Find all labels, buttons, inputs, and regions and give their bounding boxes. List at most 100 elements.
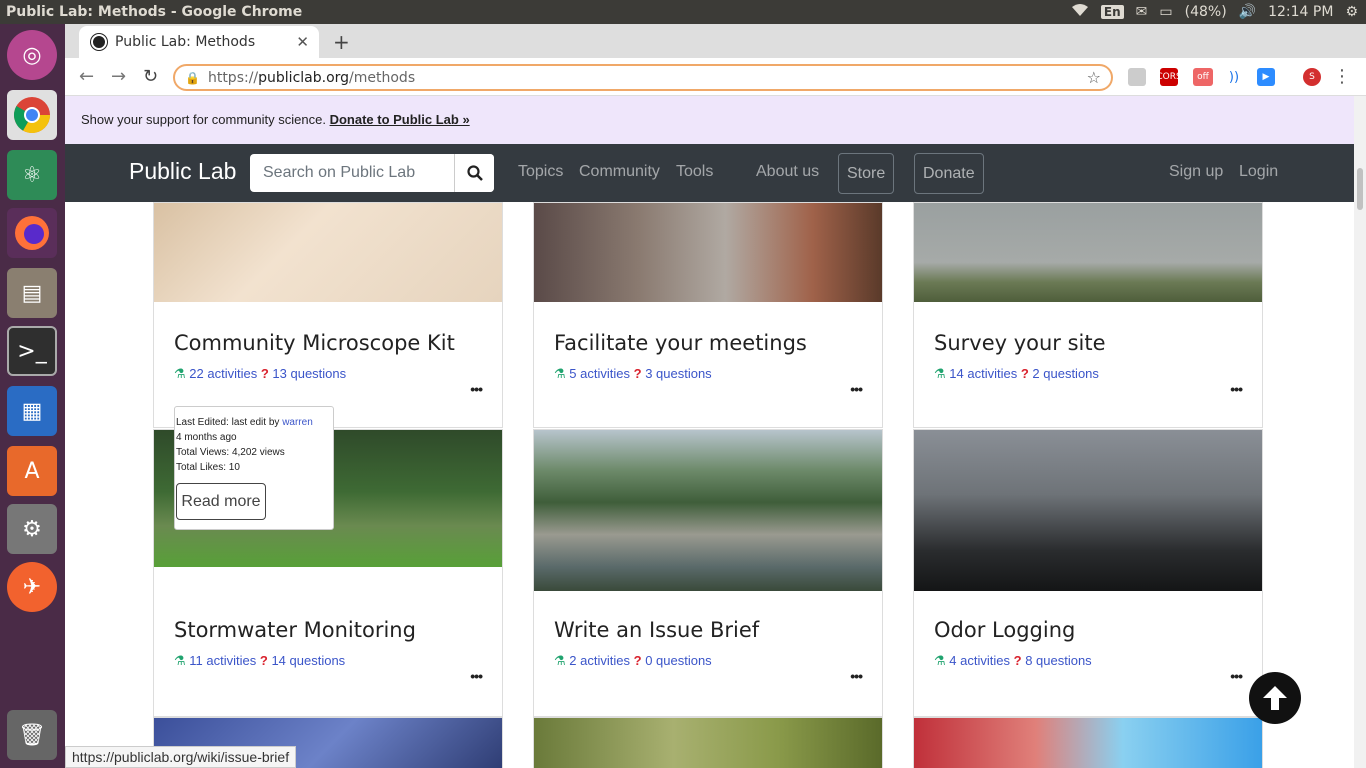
- nav-tools[interactable]: Tools: [676, 163, 713, 181]
- firefox-icon[interactable]: [7, 208, 57, 258]
- more-options-icon[interactable]: •••: [470, 668, 483, 684]
- chrome-menu-icon[interactable]: ⋮: [1333, 66, 1351, 87]
- scroll-to-top-button[interactable]: [1249, 672, 1301, 724]
- off-extension-icon[interactable]: off: [1193, 68, 1213, 86]
- files-icon[interactable]: ▤: [7, 268, 57, 318]
- method-card[interactable]: Facilitate your meetings ⚗ 5 activities …: [533, 202, 883, 428]
- question-icon: ?: [260, 366, 269, 381]
- questions-link[interactable]: 2 questions: [1032, 366, 1099, 381]
- card-title[interactable]: Stormwater Monitoring: [174, 618, 416, 642]
- url-host: publiclab.org: [258, 69, 350, 86]
- bookmark-star-icon[interactable]: ☆: [1087, 68, 1101, 87]
- more-options-icon[interactable]: •••: [850, 668, 863, 684]
- keyboard-layout-indicator[interactable]: En: [1100, 5, 1124, 19]
- zoom-extension-icon[interactable]: ▶: [1257, 68, 1275, 86]
- url-path: /methods: [349, 69, 416, 86]
- settings-gear-icon[interactable]: ⚙: [1345, 4, 1358, 20]
- card-title[interactable]: Facilitate your meetings: [554, 331, 807, 355]
- battery-percent: (48%): [1184, 4, 1227, 20]
- ubuntu-dash-icon[interactable]: ◎: [7, 30, 57, 80]
- profile-avatar[interactable]: S: [1303, 68, 1321, 86]
- activities-link[interactable]: 11 activities: [189, 653, 256, 668]
- software-center-icon[interactable]: A: [7, 446, 57, 496]
- site-navbar: Public Lab Search on Public Lab Topics C…: [65, 144, 1354, 202]
- new-tab-button[interactable]: +: [333, 30, 350, 54]
- questions-link[interactable]: 13 questions: [272, 366, 346, 381]
- site-brand[interactable]: Public Lab: [129, 158, 236, 185]
- trash-icon[interactable]: 🗑: [7, 710, 57, 760]
- card-stats: ⚗ 2 activities ? 0 questions: [554, 653, 712, 669]
- writer-icon[interactable]: ▦: [7, 386, 57, 436]
- postman-icon[interactable]: ✈: [7, 562, 57, 612]
- questions-link[interactable]: 3 questions: [645, 366, 712, 381]
- more-options-icon[interactable]: •••: [470, 381, 483, 397]
- questions-link[interactable]: 14 questions: [271, 653, 345, 668]
- nav-community[interactable]: Community: [579, 163, 660, 181]
- terminal-icon[interactable]: >_: [7, 326, 57, 376]
- clock[interactable]: 12:14 PM: [1268, 4, 1333, 20]
- flask-icon: ⚗: [934, 653, 946, 668]
- read-more-button[interactable]: Read more: [176, 483, 266, 520]
- method-card[interactable]: [913, 717, 1263, 768]
- flask-icon: ⚗: [934, 366, 946, 381]
- volume-icon[interactable]: 🔊: [1239, 4, 1256, 20]
- atom-editor-icon[interactable]: ⚛: [7, 150, 57, 200]
- method-card[interactable]: Survey your site ⚗ 14 activities ? 2 que…: [913, 202, 1263, 428]
- nav-topics[interactable]: Topics: [518, 163, 563, 181]
- card-title[interactable]: Community Microscope Kit: [174, 331, 455, 355]
- search-placeholder: Search on Public Lab: [263, 164, 416, 181]
- tab-public-lab-methods[interactable]: Public Lab: Methods ✕: [79, 26, 319, 58]
- extension-screen-icon[interactable]: [1128, 68, 1146, 86]
- scrollbar-thumb[interactable]: [1357, 168, 1363, 210]
- question-icon: ?: [633, 366, 642, 381]
- mail-icon[interactable]: ✉: [1136, 4, 1148, 20]
- method-card[interactable]: [533, 717, 883, 768]
- questions-link[interactable]: 0 questions: [645, 653, 712, 668]
- nav-about-us[interactable]: About us: [756, 163, 819, 181]
- reload-icon[interactable]: ↻: [143, 66, 158, 87]
- window-title: Public Lab: Methods - Google Chrome: [6, 4, 303, 20]
- chrome-icon[interactable]: [7, 90, 57, 140]
- banner-text: Show your support for community science.: [81, 112, 326, 127]
- activities-link[interactable]: 14 activities: [949, 366, 1017, 381]
- issue-brief-image: [534, 430, 882, 591]
- question-icon: ?: [1013, 653, 1022, 668]
- activities-link[interactable]: 4 activities: [949, 653, 1010, 668]
- nav-donate-button[interactable]: Donate: [914, 153, 984, 194]
- editor-link[interactable]: warren: [282, 417, 313, 428]
- system-tray: En ✉ ▭ (48%) 🔊 12:14 PM ⚙: [1071, 0, 1358, 24]
- site-search-input[interactable]: Search on Public Lab: [250, 154, 494, 192]
- method-card[interactable]: Odor Logging ⚗ 4 activities ? 8 question…: [913, 429, 1263, 717]
- address-bar[interactable]: 🔒 https://publiclab.org/methods ☆: [173, 64, 1113, 91]
- cast-extension-icon[interactable]: )): [1225, 68, 1243, 86]
- card-title[interactable]: Odor Logging: [934, 618, 1075, 642]
- activities-link[interactable]: 2 activities: [569, 653, 630, 668]
- search-button[interactable]: [454, 154, 494, 192]
- more-options-icon[interactable]: •••: [1230, 668, 1243, 684]
- donation-banner: Show your support for community science.…: [65, 96, 1354, 144]
- nav-store-button[interactable]: Store: [838, 153, 895, 194]
- card-title[interactable]: Survey your site: [934, 331, 1106, 355]
- public-lab-favicon: [91, 34, 107, 50]
- nav-login[interactable]: Login: [1239, 163, 1278, 181]
- card-title[interactable]: Write an Issue Brief: [554, 618, 759, 642]
- method-card[interactable]: Write an Issue Brief ⚗ 2 activities ? 0 …: [533, 429, 883, 717]
- activities-link[interactable]: 5 activities: [569, 366, 630, 381]
- battery-icon[interactable]: ▭: [1159, 4, 1172, 20]
- activities-link[interactable]: 22 activities: [189, 366, 257, 381]
- page-scrollbar[interactable]: [1354, 96, 1366, 768]
- more-options-icon[interactable]: •••: [850, 381, 863, 397]
- nav-sign-up[interactable]: Sign up: [1169, 163, 1223, 181]
- cors-extension-icon[interactable]: CORS: [1156, 68, 1182, 86]
- method-card[interactable]: Community Microscope Kit ⚗ 22 activities…: [153, 202, 503, 428]
- forward-arrow-icon[interactable]: →: [111, 66, 126, 87]
- donate-link[interactable]: Donate to Public Lab »: [330, 112, 470, 127]
- close-tab-icon[interactable]: ✕: [296, 33, 309, 51]
- wifi-icon[interactable]: [1071, 3, 1089, 21]
- browser-tab-strip: Public Lab: Methods ✕ +: [65, 24, 1366, 58]
- card-stats: ⚗ 4 activities ? 8 questions: [934, 653, 1092, 669]
- questions-link[interactable]: 8 questions: [1025, 653, 1092, 668]
- more-options-icon[interactable]: •••: [1230, 381, 1243, 397]
- back-arrow-icon[interactable]: ←: [79, 66, 94, 87]
- system-settings-icon[interactable]: ⚙: [7, 504, 57, 554]
